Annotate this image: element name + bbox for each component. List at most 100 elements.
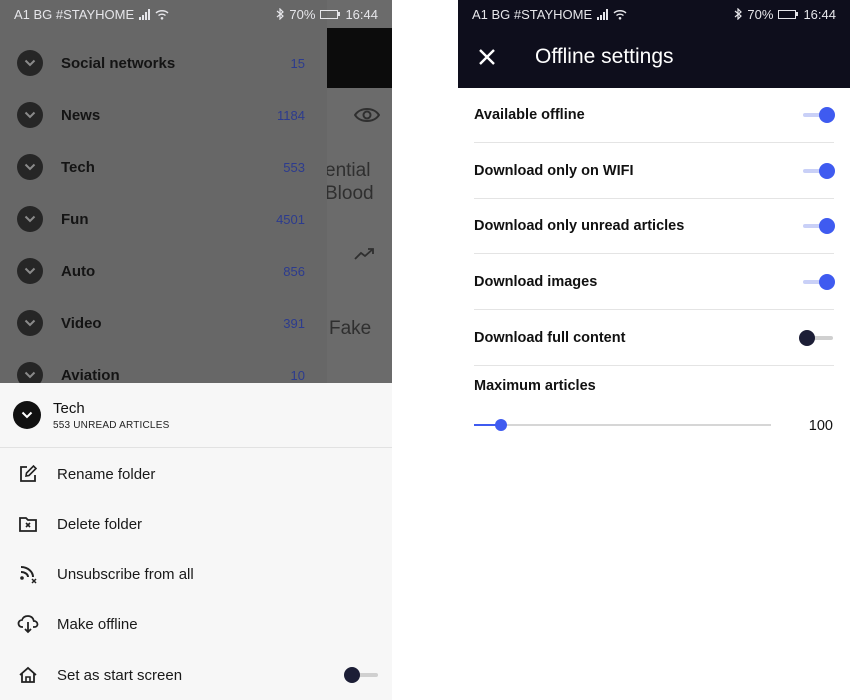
status-bar: A1 BG #STAYHOME 70% 16:44 xyxy=(0,0,392,28)
start-screen-toggle[interactable] xyxy=(344,665,380,685)
battery-percent: 70% xyxy=(747,6,774,22)
folder-name: Aviation xyxy=(61,366,120,384)
folder-name: Tech xyxy=(61,158,95,176)
toggle-thumb xyxy=(799,329,815,346)
right-screen: Offline settings A1 BG #STAYHOME 70% 16:… xyxy=(458,0,850,700)
folder-name: Social networks xyxy=(61,54,176,72)
signal-icon xyxy=(139,8,151,20)
folder-item[interactable]: Tech 553 xyxy=(0,141,327,193)
trending-icon xyxy=(354,248,374,260)
bluetooth-icon xyxy=(277,8,285,20)
make-offline-action[interactable]: Make offline xyxy=(0,599,392,649)
setting-label: Download full content xyxy=(474,329,626,346)
max-articles-label: Maximum articles xyxy=(474,378,596,394)
carrier-label: A1 BG #STAYHOME xyxy=(14,6,135,22)
chevron-down-icon[interactable] xyxy=(17,154,43,180)
sheet-title: Tech xyxy=(53,400,85,417)
edit-icon xyxy=(17,463,39,485)
toggle-thumb xyxy=(819,274,835,291)
battery-percent: 70% xyxy=(289,6,316,22)
folder-drawer: Social networks 15 News 1184 Tech 553 Fun 4501 A… xyxy=(0,0,327,383)
cloud-download-icon xyxy=(17,613,39,635)
rss-remove-icon xyxy=(17,563,39,585)
setting-row: Available offline xyxy=(474,88,835,143)
chevron-down-icon[interactable] xyxy=(17,310,43,336)
toggle-thumb xyxy=(344,667,360,683)
folder-item[interactable]: News 1184 xyxy=(0,89,327,141)
chevron-down-icon[interactable] xyxy=(17,50,43,76)
max-articles-slider[interactable] xyxy=(474,417,771,433)
setting-label: Download images xyxy=(474,274,598,291)
setting-toggle[interactable] xyxy=(799,328,835,348)
setting-label: Download only on WIFI xyxy=(474,162,634,179)
wifi-icon xyxy=(155,9,169,20)
background-article-text-3: Fake xyxy=(329,318,372,339)
folder-item[interactable]: Video 391 xyxy=(0,297,327,349)
folder-name: Video xyxy=(61,314,102,332)
chevron-down-icon[interactable] xyxy=(17,206,43,232)
folder-count: 10 xyxy=(290,367,305,383)
setting-toggle[interactable] xyxy=(799,272,835,292)
eye-icon xyxy=(354,108,380,122)
make-offline-label: Make offline xyxy=(57,615,138,633)
folder-name: News xyxy=(61,106,101,124)
chevron-down-icon[interactable] xyxy=(17,102,43,128)
wifi-icon xyxy=(613,9,627,20)
set-start-screen-label: Set as start screen xyxy=(57,666,183,684)
folder-count: 553 xyxy=(283,159,305,175)
sheet-header: Tech 553 UNREAD ARTICLES xyxy=(0,383,392,448)
folder-count: 4501 xyxy=(276,211,305,227)
clock: 16:44 xyxy=(345,6,378,22)
folder-item[interactable]: Social networks 15 xyxy=(0,37,327,89)
setting-row: Download only on WIFI xyxy=(474,144,835,199)
bluetooth-icon xyxy=(735,8,743,20)
battery-icon xyxy=(320,9,341,19)
carrier-label: A1 BG #STAYHOME xyxy=(472,6,593,22)
folder-count: 856 xyxy=(283,263,305,279)
max-articles-value: 100 xyxy=(808,418,833,434)
setting-label: Download only unread articles xyxy=(474,218,685,235)
folder-item[interactable]: Fun 4501 xyxy=(0,193,327,245)
sheet-subtitle: 553 UNREAD ARTICLES xyxy=(53,420,170,431)
toggle-thumb xyxy=(819,218,835,235)
clock: 16:44 xyxy=(803,6,836,22)
folder-count: 15 xyxy=(290,55,305,71)
collapse-chevron-icon[interactable] xyxy=(13,401,41,429)
folder-options-sheet: Tech 553 UNREAD ARTICLES Rename folder D… xyxy=(0,383,392,700)
setting-row: Download full content xyxy=(474,311,834,366)
slider-thumb[interactable] xyxy=(494,419,507,431)
setting-row: Download only unread articles xyxy=(474,199,835,255)
setting-toggle[interactable] xyxy=(799,105,835,125)
folder-count: 1184 xyxy=(277,107,305,123)
battery-icon xyxy=(778,9,799,19)
unsubscribe-all-label: Unsubscribe from all xyxy=(57,565,194,583)
rename-folder-label: Rename folder xyxy=(57,465,156,483)
setting-toggle[interactable] xyxy=(799,161,835,181)
unsubscribe-all-action[interactable]: Unsubscribe from all xyxy=(0,549,392,599)
delete-folder-action[interactable]: Delete folder xyxy=(0,499,392,549)
folder-count: 391 xyxy=(283,315,305,331)
signal-icon xyxy=(597,8,609,20)
close-icon[interactable] xyxy=(474,44,500,70)
setting-label: Available offline xyxy=(474,107,585,123)
page-title: Offline settings xyxy=(535,45,674,68)
folder-name: Fun xyxy=(61,210,89,228)
folder-name: Auto xyxy=(61,262,96,280)
status-bar: A1 BG #STAYHOME 70% 16:44 xyxy=(458,0,850,28)
setting-row: Download images xyxy=(474,255,835,311)
left-screen: ential Blood Fake Social networks 15 News 1… xyxy=(0,0,392,700)
delete-folder-label: Delete folder xyxy=(57,515,143,533)
set-start-screen-action[interactable]: Set as start screen xyxy=(0,650,392,700)
home-icon xyxy=(17,664,39,686)
setting-toggle[interactable] xyxy=(799,216,835,236)
background-article-text-2: Blood xyxy=(325,183,374,204)
rename-folder-action[interactable]: Rename folder xyxy=(0,449,392,499)
toggle-thumb xyxy=(819,107,835,123)
chevron-down-icon[interactable] xyxy=(17,258,43,284)
delete-folder-icon xyxy=(17,513,39,535)
folder-item[interactable]: Auto 856 xyxy=(0,245,327,297)
chevron-down-icon[interactable] xyxy=(17,362,43,383)
slider-track xyxy=(474,424,771,426)
folder-item[interactable]: Aviation 10 xyxy=(0,349,327,383)
background-article-text-1: ential xyxy=(325,160,371,181)
